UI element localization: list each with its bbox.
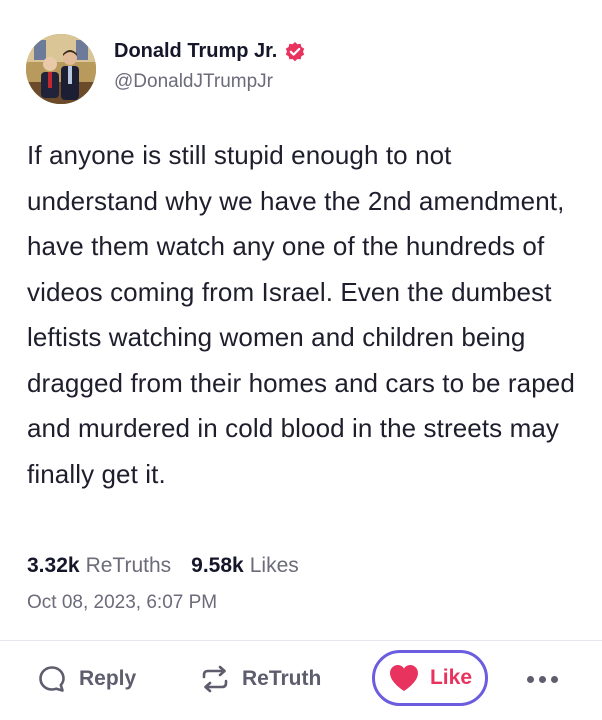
ellipsis-icon-dot-1 [527,676,534,683]
retruths-count[interactable]: 3.32k [27,554,80,578]
post-timestamp: Oct 08, 2023, 6:07 PM [27,592,218,613]
verified-badge-icon [284,41,306,63]
retruths-label[interactable]: ReTruths [86,554,172,578]
author-names: Donald Trump Jr. @DonaldJTrumpJr [114,34,306,93]
more-options-button[interactable] [527,676,559,684]
repost-arrows-icon [200,664,230,694]
speech-bubble-icon [37,664,67,694]
post-card: Donald Trump Jr. @DonaldJTrumpJr If anyo… [0,0,602,720]
divider [0,640,602,641]
likes-count[interactable]: 9.58k [191,554,244,578]
author-handle[interactable]: @DonaldJTrumpJr [114,71,306,93]
post-stats: 3.32k ReTruths 9.58k Likes [27,554,299,578]
ellipsis-icon-dot-2 [539,676,546,683]
post-header: Donald Trump Jr. @DonaldJTrumpJr [26,34,306,104]
retruth-label: ReTruth [242,667,322,690]
heart-icon [388,663,420,693]
like-button[interactable]: Like [372,650,488,706]
retruth-button[interactable]: ReTruth [200,664,321,694]
reply-button[interactable]: Reply [37,664,136,694]
avatar-photo [26,34,96,104]
action-bar: Reply ReTruth Like [0,650,602,710]
display-name-row: Donald Trump Jr. [114,40,306,63]
post-text: If anyone is still stupid enough to not … [27,140,575,489]
author-display-name[interactable]: Donald Trump Jr. [114,40,277,63]
avatar[interactable] [26,34,96,104]
likes-label[interactable]: Likes [250,554,299,578]
like-label: Like [429,666,473,689]
ellipsis-icon-dot-3 [551,676,558,683]
reply-label: Reply [79,667,137,690]
